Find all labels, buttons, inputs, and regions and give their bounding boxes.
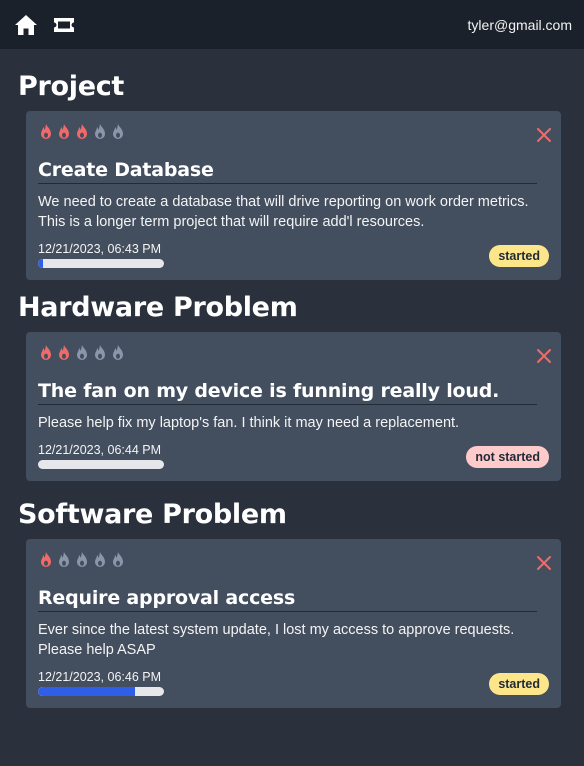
top-nav-bar: tyler@gmail.com xyxy=(0,0,584,49)
ticket-title: The fan on my device is funning really l… xyxy=(38,380,537,405)
ticket-date: 12/21/2023, 06:43 PM xyxy=(38,242,162,256)
nav-icons xyxy=(14,14,76,36)
flame-icon-inactive xyxy=(110,344,126,362)
ticket-date: 12/21/2023, 06:44 PM xyxy=(38,443,162,457)
flame-icon-inactive xyxy=(110,123,126,141)
section-title: Hardware Problem xyxy=(18,292,298,323)
ticket-card[interactable]: Require approval access Ever since the l… xyxy=(26,539,561,708)
ticket-board: Project Create Database We need to create… xyxy=(0,71,584,708)
ticket-description: Ever since the latest system update, I l… xyxy=(38,622,515,658)
flame-icon-inactive xyxy=(92,123,108,141)
flame-icon-active xyxy=(56,123,72,141)
ticket-date: 12/21/2023, 06:46 PM xyxy=(38,670,162,684)
status-badge: started xyxy=(489,245,549,267)
progress-fill xyxy=(38,687,136,696)
progress-bar xyxy=(38,460,164,469)
user-email[interactable]: tyler@gmail.com xyxy=(468,17,572,33)
flame-icon-inactive xyxy=(74,344,90,362)
close-icon[interactable] xyxy=(537,555,551,570)
flame-icon-inactive xyxy=(92,551,108,569)
progress-bar xyxy=(38,259,164,268)
section-title: Software Problem xyxy=(18,499,287,530)
section-title: Project xyxy=(18,71,125,102)
flame-icon-active xyxy=(38,551,54,569)
ticket-title: Create Database xyxy=(38,159,537,184)
ticket-card[interactable]: Create Database We need to create a data… xyxy=(26,111,561,280)
ticket-description: We need to create a database that will d… xyxy=(38,194,529,230)
flame-icon-inactive xyxy=(56,551,72,569)
flame-icon-inactive xyxy=(74,551,90,569)
ticket-footer: 12/21/2023, 06:43 PM started xyxy=(38,242,549,268)
close-icon[interactable] xyxy=(537,127,551,142)
ticket-meta: 12/21/2023, 06:44 PM xyxy=(38,443,164,469)
status-badge: not started xyxy=(466,446,549,468)
ticket-meta: 12/21/2023, 06:46 PM xyxy=(38,670,164,696)
ticket-footer: 12/21/2023, 06:44 PM not started xyxy=(38,443,549,469)
flame-icon-active xyxy=(38,123,54,141)
progress-fill xyxy=(38,259,44,268)
ticket-footer: 12/21/2023, 06:46 PM started xyxy=(38,670,549,696)
priority-rating xyxy=(38,121,549,143)
home-icon[interactable] xyxy=(14,14,38,36)
flame-icon-inactive xyxy=(92,344,108,362)
ticket-icon[interactable] xyxy=(52,16,76,34)
ticket-card[interactable]: The fan on my device is funning really l… xyxy=(26,332,561,481)
ticket-description: Please help fix my laptop's fan. I think… xyxy=(38,415,460,431)
close-icon[interactable] xyxy=(537,348,551,363)
flame-icon-active xyxy=(74,123,90,141)
flame-icon-active xyxy=(38,344,54,362)
priority-rating xyxy=(38,342,549,364)
ticket-title: Require approval access xyxy=(38,587,537,612)
status-badge: started xyxy=(489,673,549,695)
ticket-meta: 12/21/2023, 06:43 PM xyxy=(38,242,164,268)
flame-icon-active xyxy=(56,344,72,362)
flame-icon-inactive xyxy=(110,551,126,569)
progress-bar xyxy=(38,687,164,696)
priority-rating xyxy=(38,549,549,571)
